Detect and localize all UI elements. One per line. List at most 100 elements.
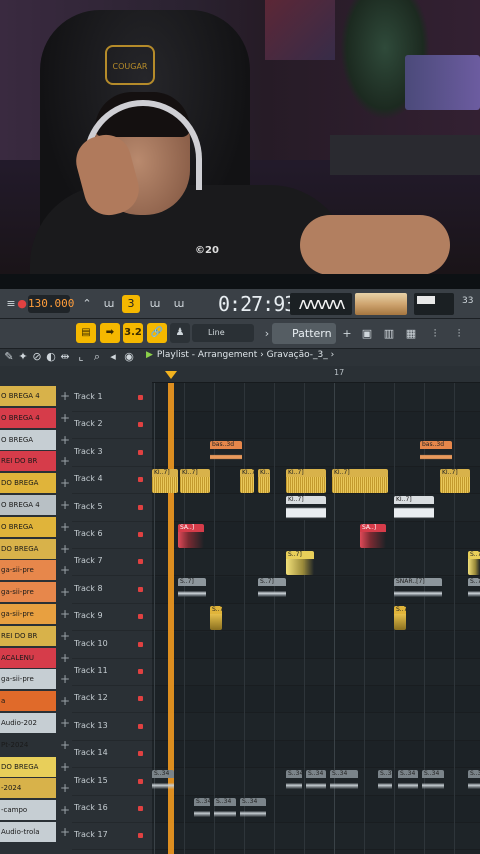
- audio-clip[interactable]: S..34: [330, 770, 358, 795]
- channel-row[interactable]: -2024 +: [0, 778, 72, 799]
- channel-name[interactable]: REI DO BR: [0, 625, 56, 646]
- audio-clip[interactable]: KI..7]: [394, 496, 434, 521]
- track-lane[interactable]: [152, 604, 480, 632]
- track-mute-led[interactable]: [138, 751, 143, 757]
- metronome-icon[interactable]: ⌃: [78, 295, 96, 313]
- timeline-ruler[interactable]: 17: [152, 366, 480, 383]
- channel-row[interactable]: ga-sii-pre +: [0, 560, 72, 581]
- track-mute-led[interactable]: [138, 778, 143, 784]
- channel-row[interactable]: REI DO BR +: [0, 451, 72, 472]
- mixer-icon[interactable]: ⫶: [426, 325, 444, 343]
- audio-clip[interactable]: S..34: [378, 770, 392, 795]
- channel-add-icon[interactable]: +: [58, 520, 72, 534]
- channel-row[interactable]: ga-sii-pre +: [0, 604, 72, 625]
- channel-name[interactable]: -campo: [0, 800, 56, 821]
- audio-clip[interactable]: KI..7]: [180, 468, 210, 493]
- audio-clip[interactable]: S..7]: [468, 550, 480, 575]
- track-lane[interactable]: [152, 714, 480, 741]
- channel-name[interactable]: -2024: [0, 778, 56, 799]
- channel-row[interactable]: ga-sii-pre +: [0, 669, 72, 690]
- audio-clip[interactable]: S..34: [194, 797, 210, 822]
- track-lane[interactable]: [152, 659, 480, 686]
- channel-add-icon[interactable]: +: [58, 672, 72, 686]
- channel-row[interactable]: REI DO BR +: [0, 625, 72, 647]
- audio-clip[interactable]: S..7]: [394, 605, 406, 630]
- channel-name[interactable]: O BREGA 4: [0, 495, 56, 515]
- pattern-select[interactable]: Pattern 1: [272, 323, 336, 361]
- track-lane[interactable]: [152, 549, 480, 577]
- channel-rack-icon[interactable]: ▦: [402, 325, 420, 343]
- channel-add-icon[interactable]: +: [58, 542, 72, 556]
- audio-clip[interactable]: S..7]: [178, 578, 206, 603]
- channel-add-icon[interactable]: +: [58, 694, 72, 708]
- track-header[interactable]: Track 17: [72, 823, 152, 851]
- channel-name[interactable]: O BREGA 4: [0, 407, 56, 428]
- channel-name[interactable]: O BREGA: [0, 516, 56, 537]
- channel-row[interactable]: O BREGA 4 +: [0, 495, 72, 516]
- audio-clip[interactable]: KI..7]: [152, 468, 178, 493]
- audio-clip[interactable]: SA..]: [178, 523, 204, 548]
- track-mute-led[interactable]: [138, 532, 143, 537]
- channel-name[interactable]: DO BREGA: [0, 538, 56, 559]
- channel-add-icon[interactable]: +: [58, 716, 72, 730]
- channel-row[interactable]: a +: [0, 691, 72, 712]
- track-header[interactable]: Track 16: [72, 796, 152, 823]
- browser-icon[interactable]: ⫶: [450, 325, 468, 343]
- track-mute-led[interactable]: [138, 669, 143, 674]
- track-mute-led[interactable]: [138, 833, 143, 839]
- track-lane[interactable]: [152, 412, 480, 440]
- channel-name[interactable]: ga-sii-pre: [0, 582, 56, 603]
- audio-clip[interactable]: S..7]: [210, 605, 222, 630]
- track-header[interactable]: Track 9: [72, 604, 152, 632]
- audio-clip[interactable]: S..34: [240, 797, 266, 822]
- channel-add-icon[interactable]: +: [58, 803, 72, 817]
- track-mute-led[interactable]: [138, 477, 143, 483]
- tempo-display[interactable]: 130.000: [28, 295, 74, 313]
- countdown-icon[interactable]: 3: [122, 295, 140, 313]
- channel-add-icon[interactable]: +: [58, 411, 72, 425]
- channel-row[interactable]: O BREGA +: [0, 429, 72, 451]
- channel-add-icon[interactable]: +: [58, 585, 72, 599]
- track-header[interactable]: Track 10: [72, 632, 152, 659]
- track-header[interactable]: Track 14: [72, 741, 152, 769]
- track-mute-led[interactable]: [138, 449, 143, 455]
- speaker-icon[interactable]: ◉: [120, 348, 138, 366]
- wait-icon[interactable]: ɯ: [100, 295, 118, 313]
- track-lane[interactable]: [152, 823, 480, 851]
- track-header[interactable]: Track 8: [72, 577, 152, 604]
- audio-clip[interactable]: bas..3d: [420, 441, 452, 466]
- channel-add-icon[interactable]: +: [58, 476, 72, 490]
- audio-clip[interactable]: KI..7]: [440, 468, 470, 493]
- add-pattern-icon[interactable]: +: [338, 325, 356, 343]
- channel-add-icon[interactable]: +: [58, 563, 72, 577]
- audio-clip[interactable]: S..34: [422, 770, 444, 795]
- channel-add-icon[interactable]: +: [58, 454, 72, 468]
- channel-name[interactable]: ga-sii-pre: [0, 560, 56, 581]
- track-header[interactable]: Track 3: [72, 440, 152, 467]
- channel-name[interactable]: DO BREGA: [0, 756, 56, 777]
- audio-clip[interactable]: KI..7]: [332, 468, 388, 493]
- channel-row[interactable]: O BREGA 4 +: [0, 407, 72, 429]
- track-header[interactable]: Track 7: [72, 549, 152, 577]
- track-mute-led[interactable]: [138, 422, 143, 428]
- track-mute-led[interactable]: [138, 696, 143, 702]
- track-header[interactable]: Track 13: [72, 714, 152, 741]
- channel-add-icon[interactable]: +: [58, 498, 72, 512]
- channel-add-icon[interactable]: +: [58, 629, 72, 643]
- track-header[interactable]: Track 15: [72, 769, 152, 796]
- track-mute-led[interactable]: [138, 806, 143, 811]
- playlist-window-icon[interactable]: ▣: [358, 325, 376, 343]
- channel-row[interactable]: DO BREGA +: [0, 538, 72, 560]
- channel-name[interactable]: Audio-trola: [0, 822, 56, 842]
- channel-name[interactable]: REI DO BR: [0, 451, 56, 472]
- audio-clip[interactable]: SNAR..[7]: [394, 578, 442, 603]
- channel-add-icon[interactable]: +: [58, 781, 72, 795]
- channel-row[interactable]: DO BREGA +: [0, 756, 72, 778]
- channel-row[interactable]: DO BREGA +: [0, 473, 72, 494]
- channel-name[interactable]: ga-sii-pre: [0, 604, 56, 624]
- track-mute-led[interactable]: [138, 614, 143, 620]
- piano-roll-icon[interactable]: ▥: [380, 325, 398, 343]
- audio-clip[interactable]: KI..7]: [258, 468, 270, 493]
- track-header[interactable]: Track 5: [72, 495, 152, 522]
- channel-name[interactable]: a: [0, 691, 56, 712]
